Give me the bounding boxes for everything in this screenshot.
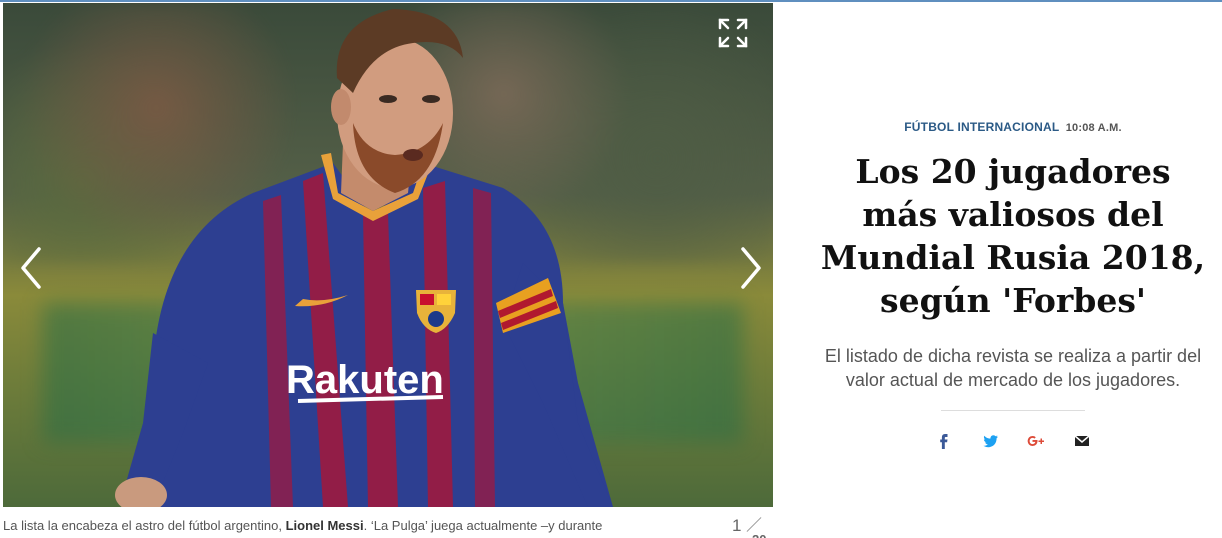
player-photo: Rakuten (115, 9, 613, 507)
total-slides: 20 (752, 532, 766, 538)
jersey-sponsor: Rakuten (286, 358, 444, 402)
caption-text-after: . ‘La Pulga’ juega actualmente –y durant… (363, 518, 603, 533)
article-meta: FÚTBOL INTERNACIONAL 10:08 A.M. (818, 120, 1208, 134)
slide-counter: 1 20 (732, 515, 782, 538)
chevron-right-icon (741, 247, 761, 289)
top-border (0, 0, 1222, 2)
previous-slide-button[interactable] (15, 243, 49, 293)
article-summary: El listado de dicha revista se realiza a… (824, 346, 1202, 390)
article-panel: FÚTBOL INTERNACIONAL 10:08 A.M. Los 20 j… (818, 120, 1208, 451)
photo-caption: La lista la encabeza el astro del fútbol… (3, 518, 703, 533)
google-plus-share-button[interactable] (1024, 431, 1048, 451)
fullscreen-button[interactable] (717, 17, 749, 49)
facebook-icon (940, 434, 948, 449)
google-plus-icon (1027, 436, 1044, 446)
article-title[interactable]: Los 20 jugadores más valiosos del Mundia… (818, 150, 1208, 322)
photo-gallery[interactable]: Rakuten (3, 3, 773, 507)
twitter-share-button[interactable] (978, 431, 1002, 451)
publish-time: 10:08 A.M. (1065, 122, 1122, 134)
current-slide: 1 (732, 516, 742, 535)
twitter-icon (983, 435, 998, 448)
section-link[interactable]: FÚTBOL INTERNACIONAL (904, 120, 1059, 134)
next-slide-button[interactable] (733, 243, 767, 293)
email-icon (1074, 435, 1090, 446)
caption-player-name: Lionel Messi (285, 518, 364, 533)
share-bar (818, 431, 1208, 451)
expand-icon (718, 18, 748, 48)
email-share-button[interactable] (1070, 431, 1094, 451)
caption-text-before: La lista la encabeza el astro del fútbol… (3, 518, 286, 533)
facebook-share-button[interactable] (932, 431, 956, 451)
chevron-left-icon (21, 247, 41, 289)
divider (941, 410, 1085, 411)
counter-divider (746, 517, 762, 532)
